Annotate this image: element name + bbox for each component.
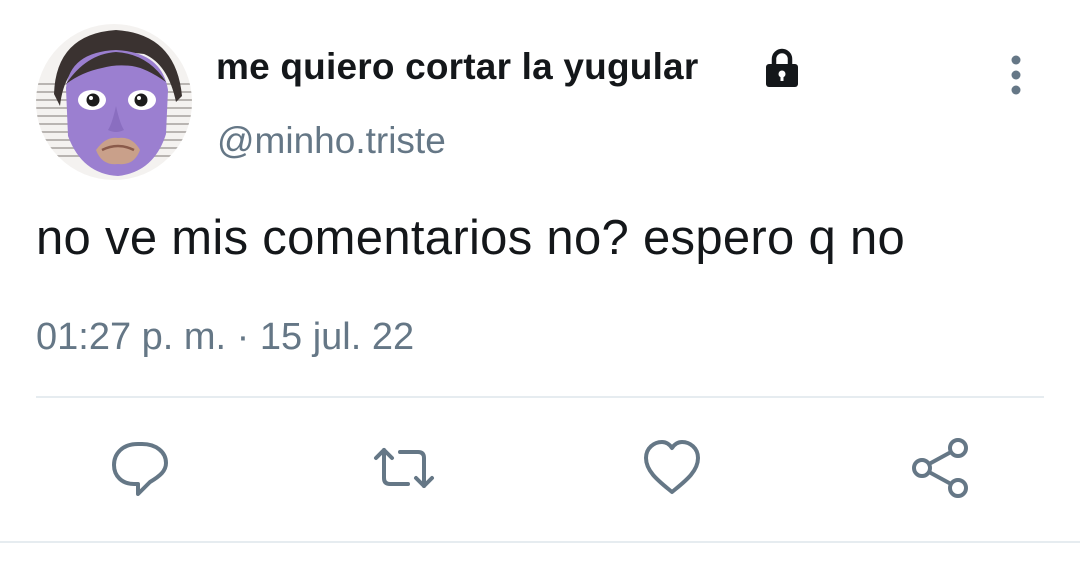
reply-button[interactable] — [108, 436, 172, 500]
tweet-timestamp[interactable]: 01:27 p. m. · 15 jul. 22 — [36, 316, 414, 359]
lock-icon — [760, 46, 804, 90]
share-button[interactable] — [908, 436, 972, 500]
handle[interactable]: @minho.triste — [217, 120, 446, 162]
divider — [0, 541, 1080, 543]
like-button[interactable] — [640, 436, 704, 500]
display-name[interactable]: me quiero cortar la yugular — [216, 46, 698, 88]
tweet: me quiero cortar la yugular @minho.trist… — [0, 0, 1080, 561]
retweet-button[interactable] — [372, 436, 436, 500]
more-vertical-icon[interactable] — [996, 50, 1036, 100]
reply-icon — [112, 442, 168, 496]
share-icon — [912, 438, 968, 498]
divider — [36, 396, 1044, 398]
heart-icon — [644, 440, 700, 494]
avatar[interactable] — [36, 24, 192, 180]
retweet-icon — [374, 448, 434, 488]
tweet-text: no ve mis comentarios no? espero q no — [36, 211, 906, 265]
